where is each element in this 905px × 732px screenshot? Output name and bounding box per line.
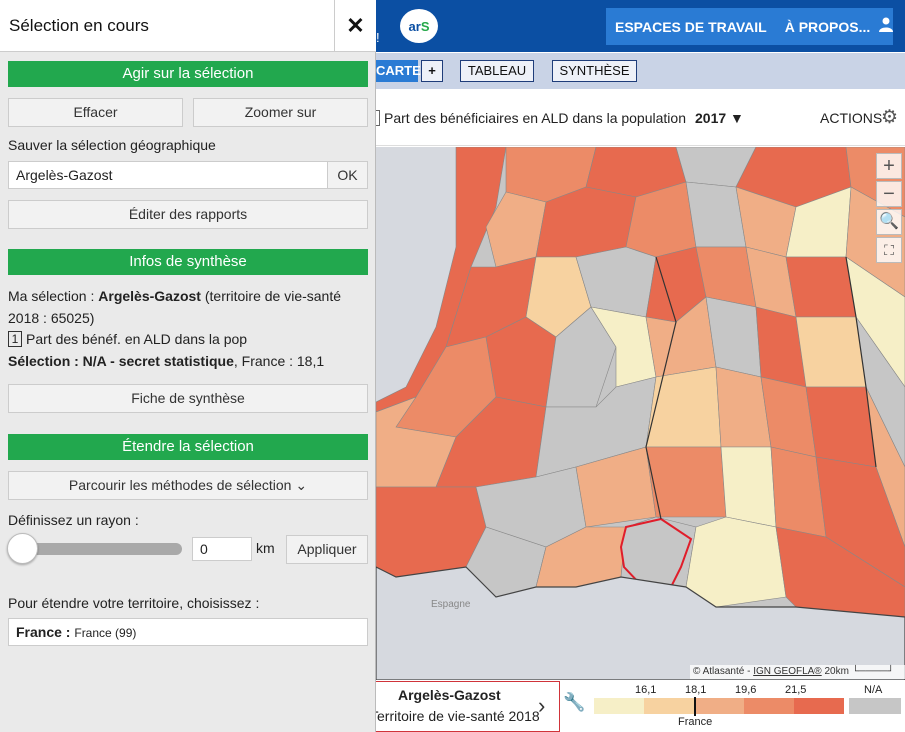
etendre-territoire-label: Pour étendre votre territoire, choisisse… — [8, 595, 260, 611]
selection-type: Territoire de vie-santé 2018 — [370, 708, 540, 724]
wrench-icon[interactable]: 🔧 — [563, 692, 585, 713]
user-icon[interactable] — [879, 17, 894, 36]
save-selection-label: Sauver la sélection géographique — [8, 137, 216, 153]
logo-text-right: S — [420, 18, 430, 34]
nav-espaces-de-travail[interactable]: ESPACES DE TRAVAIL — [606, 19, 776, 35]
rayon-input[interactable]: 0 — [192, 537, 252, 561]
scale-bar: └────┘ — [851, 666, 895, 677]
nav-a-propos[interactable]: À PROPOS... — [776, 19, 880, 35]
legend-france-marker — [694, 697, 696, 716]
panel-title: Sélection en cours — [9, 16, 149, 35]
indicator-short-label: Part des bénéf. en ALD dans la pop — [26, 331, 248, 347]
indicator-line: 1 Part des bénéf. en ALD dans la pop — [8, 331, 247, 347]
legend-swatch-3[interactable] — [694, 698, 744, 714]
effacer-button[interactable]: Effacer — [8, 98, 183, 127]
scale-label: 20km — [824, 666, 849, 677]
attribution-text: © Atlasanté - — [693, 666, 754, 677]
parcourir-methodes-dropdown[interactable]: Parcourir les méthodes de sélection ⌄ — [8, 471, 368, 500]
gear-icon[interactable]: ⚙ — [881, 108, 898, 128]
territory-selector[interactable]: France : France (99) — [8, 618, 368, 646]
ma-selection-prefix: Ma sélection : — [8, 288, 99, 304]
legend-swatch-1[interactable] — [594, 698, 644, 714]
view-switch-bar — [376, 53, 905, 89]
ma-selection-name: Argelès-Gazost — [98, 288, 201, 304]
top-navigation: ESPACES DE TRAVAIL À PROPOS... — [606, 8, 894, 45]
search-icon[interactable]: 🔍 — [876, 209, 902, 235]
editer-rapports-button[interactable]: Éditer des rapports — [8, 200, 368, 229]
legend-swatch-na[interactable] — [849, 698, 901, 714]
legend-tick-2: 18,1 — [685, 684, 707, 696]
ma-selection-line2: 2018 : 65025) — [8, 310, 95, 326]
map-attribution: © Atlasanté - IGN GEOFLA® 20km └────┘ — [690, 665, 905, 679]
panel-header: Sélection en cours ✕ — [0, 0, 376, 52]
header-exclamation: ! — [376, 30, 380, 45]
rayon-slider-track[interactable] — [20, 543, 182, 555]
section-etendre-header: Étendre la sélection — [8, 434, 368, 460]
year-value: 2017 — [695, 110, 727, 126]
ma-selection-suffix: (territoire de vie-santé — [200, 288, 342, 304]
app-root: ! ar S ESPACES DE TRAVAIL À PROPOS... CAR… — [0, 0, 905, 732]
indicator-title[interactable]: Part des bénéficiaires en ALD dans la po… — [384, 110, 686, 126]
ars-logo[interactable]: ar S — [400, 9, 438, 43]
chevron-right-icon[interactable]: › — [538, 693, 545, 719]
legend-swatch-4[interactable] — [744, 698, 794, 714]
indicator-number-badge: 1 — [8, 331, 22, 347]
zoom-in-button[interactable]: + — [876, 153, 902, 179]
km-label: km — [256, 540, 275, 556]
legend-tick-3: 19,6 — [735, 684, 757, 696]
attribution-link[interactable]: IGN GEOFLA® — [753, 666, 822, 677]
tab-carte[interactable]: CARTE — [376, 60, 421, 82]
save-selection-input[interactable]: Argelès-Gazost — [8, 161, 328, 189]
legend-swatch-5[interactable] — [794, 698, 844, 714]
territory-bold: France : — [16, 624, 71, 640]
year-selector[interactable]: 2017 ▼ — [695, 110, 744, 126]
ma-selection-line: Ma sélection : Argelès-Gazost (territoir… — [8, 288, 341, 304]
map-label-espagne: Espagne — [431, 599, 471, 610]
add-view-button[interactable]: + — [421, 60, 443, 82]
rayon-slider-handle[interactable] — [7, 533, 38, 564]
parcourir-label: Parcourir les méthodes de sélection — [68, 477, 292, 493]
legend-france-label: France — [678, 716, 713, 728]
logo-text-left: ar — [408, 18, 421, 34]
zoomer-button[interactable]: Zoomer sur — [193, 98, 368, 127]
legend-tick-1: 16,1 — [635, 684, 657, 696]
selection-value-line: Sélection : N/A - secret statistique, Fr… — [8, 353, 324, 369]
selection-name: Argelès-Gazost — [398, 687, 501, 703]
chevron-down-icon: ⌄ — [295, 477, 308, 493]
selection-value-rest: , France : 18,1 — [233, 353, 325, 369]
appliquer-button[interactable]: Appliquer — [286, 535, 368, 564]
tab-synthese[interactable]: SYNTHÈSE — [552, 60, 637, 82]
territory-rest: France (99) — [74, 626, 137, 640]
tab-tableau[interactable]: TABLEAU — [460, 60, 534, 82]
fiche-synthese-button[interactable]: Fiche de synthèse — [8, 384, 368, 413]
section-agir-header: Agir sur la sélection — [8, 61, 368, 87]
rayon-label: Définissez un rayon : — [8, 512, 139, 528]
legend-tick-4: 21,5 — [785, 684, 807, 696]
fullscreen-icon[interactable]: ⛶ — [876, 237, 902, 263]
actions-menu[interactable]: ACTIONS — [820, 110, 882, 126]
close-icon[interactable]: ✕ — [334, 0, 376, 52]
selection-panel: Sélection en cours ✕ Agir sur la sélecti… — [0, 0, 376, 732]
ok-button[interactable]: OK — [327, 161, 368, 189]
section-infos-header: Infos de synthèse — [8, 249, 368, 275]
selection-value-bold: Sélection : N/A - secret statistique — [8, 353, 234, 369]
legend-na-label: N/A — [864, 684, 883, 696]
legend-swatch-2[interactable] — [644, 698, 694, 714]
zoom-out-button[interactable]: − — [876, 181, 902, 207]
caret-down-icon: ▼ — [730, 110, 744, 126]
